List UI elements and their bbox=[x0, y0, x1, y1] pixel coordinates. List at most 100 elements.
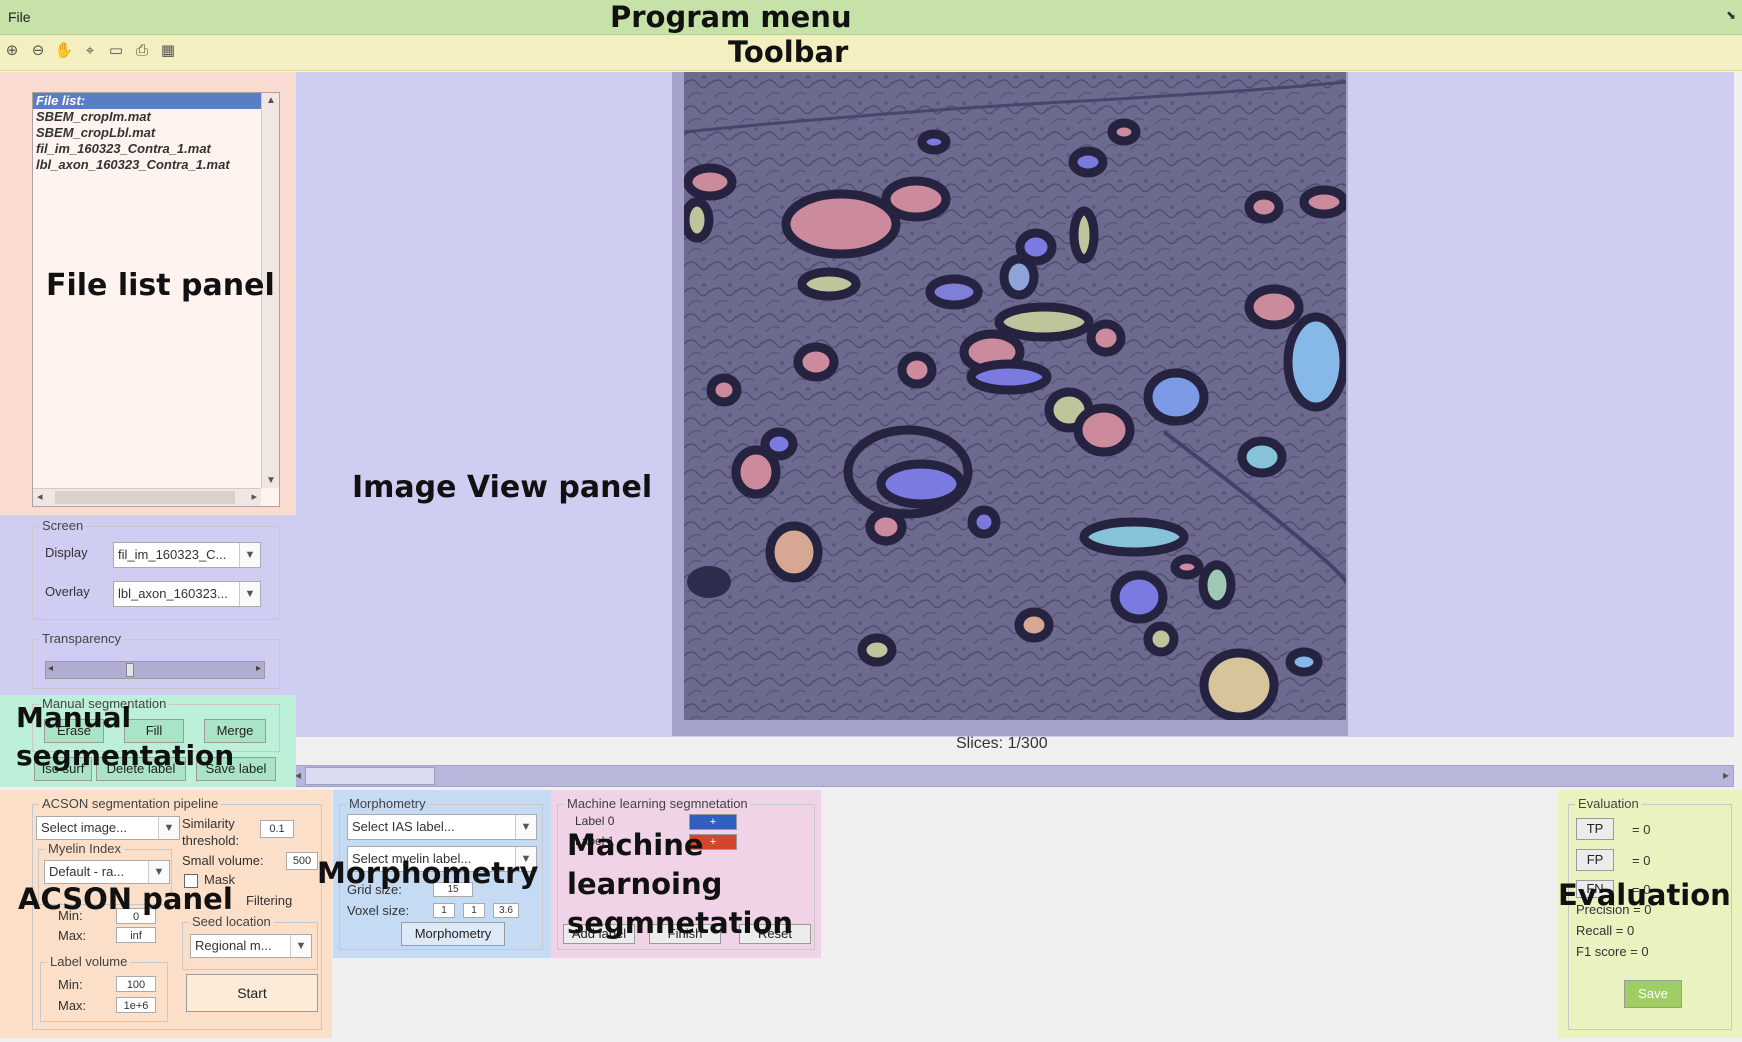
chevron-down-icon: ▼ bbox=[148, 861, 169, 883]
evaluation-heading: Evaluation bbox=[1558, 878, 1731, 912]
tp-value: = 0 bbox=[1632, 822, 1651, 837]
manual-heading-line1: Manual bbox=[16, 701, 132, 734]
menu-file[interactable]: File bbox=[8, 9, 31, 25]
acson-title: ACSON segmentation pipeline bbox=[39, 796, 222, 811]
small-volume-label: Small volume: bbox=[182, 853, 264, 868]
fp-value: = 0 bbox=[1632, 853, 1651, 868]
display-select[interactable]: fil_im_160323_C... ▼ bbox=[113, 542, 261, 568]
file-list-header[interactable]: File list: bbox=[33, 93, 279, 109]
file-list-hscroll[interactable]: ◂ ▸ bbox=[33, 488, 261, 506]
ml-heading: Machine learnoing segmnetation bbox=[567, 826, 793, 943]
label-volume-group: Label volume bbox=[40, 954, 168, 1022]
screen-settings: Screen Display fil_im_160323_C... ▼ Over… bbox=[0, 515, 296, 695]
hscroll-left-icon[interactable]: ◂ bbox=[37, 490, 43, 503]
lv-min-label: Min: bbox=[58, 977, 83, 992]
scroll-down-icon[interactable]: ▼ bbox=[266, 475, 276, 486]
file-list-item[interactable]: SBEM_cropIm.mat bbox=[33, 109, 279, 125]
hscroll-right-icon[interactable]: ▸ bbox=[251, 490, 257, 503]
small-volume-input[interactable]: 500 bbox=[286, 852, 318, 870]
overlay-value: lbl_axon_160323... bbox=[118, 586, 228, 601]
transparency-thumb[interactable] bbox=[125, 663, 134, 677]
screen-group: Screen Display fil_im_160323_C... ▼ Over… bbox=[32, 518, 280, 620]
myelin-value: Default - ra... bbox=[49, 864, 125, 879]
max-label: Max: bbox=[58, 928, 87, 943]
display-value: fil_im_160323_C... bbox=[118, 547, 227, 562]
transparency-slider[interactable]: ◂ ▸ bbox=[45, 661, 265, 679]
file-list-panel: File list: SBEM_cropIm.mat SBEM_cropLbl.m… bbox=[0, 72, 296, 515]
morphometry-panel: Morphometry Select IAS label... ▼ Select… bbox=[317, 790, 551, 958]
file-list-item[interactable]: fil_im_160323_Contra_1.mat bbox=[33, 141, 279, 157]
scroll-up-icon[interactable]: ▲ bbox=[266, 95, 276, 106]
ml-heading-line3: segmnetation bbox=[567, 906, 794, 940]
colorbar-icon[interactable]: ▭ bbox=[106, 41, 126, 61]
lv-max-label: Max: bbox=[58, 998, 87, 1013]
manual-heading: Manual segmentation bbox=[16, 699, 234, 775]
similarity-label: Similarity threshold: bbox=[182, 816, 240, 848]
image-view-heading: Image View panel bbox=[352, 470, 653, 505]
overlay-select[interactable]: lbl_axon_160323... ▼ bbox=[113, 581, 261, 607]
f1-text: F1 score = 0 bbox=[1576, 944, 1649, 959]
evaluation-save-button[interactable]: Save bbox=[1624, 980, 1682, 1008]
voxel-y-input[interactable]: 1 bbox=[463, 903, 485, 918]
image-view-panel: Image View panel Slices: 1/300 bbox=[296, 72, 1734, 752]
ml-panel: Machine learning segmnetation Label 0 + … bbox=[551, 790, 821, 958]
similarity-input[interactable]: 0.1 bbox=[260, 820, 294, 838]
file-list-heading: File list panel bbox=[46, 268, 275, 303]
max-input[interactable]: inf bbox=[116, 927, 156, 943]
tp-button[interactable]: TP bbox=[1576, 818, 1614, 840]
lv-min-input[interactable]: 100 bbox=[116, 976, 156, 992]
select-image-dropdown[interactable]: Select image... ▼ bbox=[36, 816, 180, 840]
toolbar: ⊕ ⊖ ✋ ⌖ ▭ ⎙ ▦ Toolbar bbox=[0, 35, 1742, 71]
file-list-item[interactable]: SBEM_cropLbl.mat bbox=[33, 125, 279, 141]
display-label: Display bbox=[45, 545, 88, 560]
voxel-size-label: Voxel size: bbox=[347, 903, 410, 918]
manual-heading-line2: segmentation bbox=[16, 739, 235, 772]
transparency-group: Transparency ◂ ▸ bbox=[32, 631, 280, 689]
print-icon[interactable]: ⎙ bbox=[132, 41, 152, 61]
file-list-item[interactable]: lbl_axon_160323_Contra_1.mat bbox=[33, 157, 279, 173]
start-button[interactable]: Start bbox=[186, 974, 318, 1012]
acson-panel: ACSON segmentation pipeline Select image… bbox=[0, 790, 332, 1038]
voxel-x-input[interactable]: 1 bbox=[433, 903, 455, 918]
evaluation-panel: Evaluation TP = 0 FP = 0 FN = 0 Precisio… bbox=[1558, 790, 1742, 1038]
screen-title: Screen bbox=[39, 518, 87, 533]
select-ias-dropdown[interactable]: Select IAS label... ▼ bbox=[347, 814, 537, 840]
chevron-down-icon: ▼ bbox=[515, 815, 536, 839]
overlay-label: Overlay bbox=[45, 584, 90, 599]
microscopy-image[interactable] bbox=[684, 72, 1346, 720]
select-ias-value: Select IAS label... bbox=[352, 819, 455, 834]
acson-heading: ACSON panel bbox=[18, 882, 233, 916]
zoom-in-icon[interactable]: ⊕ bbox=[2, 41, 22, 61]
filtering-label: Filtering bbox=[246, 893, 293, 908]
layout-icon[interactable]: ▦ bbox=[158, 41, 178, 61]
toolbar-heading: Toolbar bbox=[728, 35, 849, 69]
dock-arrow-icon[interactable]: ⬊ bbox=[1726, 8, 1736, 22]
slice-scroll-thumb[interactable] bbox=[305, 767, 435, 785]
morphometry-heading: Morphometry bbox=[317, 856, 539, 890]
program-menu-heading: Program menu bbox=[610, 0, 852, 34]
slider-right-icon[interactable]: ▸ bbox=[256, 663, 261, 674]
chevron-down-icon: ▼ bbox=[239, 543, 260, 567]
slider-left-icon[interactable]: ◂ bbox=[48, 663, 53, 674]
data-cursor-icon[interactable]: ⌖ bbox=[80, 41, 100, 61]
seed-title: Seed location bbox=[189, 914, 274, 929]
fp-button[interactable]: FP bbox=[1576, 849, 1614, 871]
file-items: SBEM_cropIm.mat SBEM_cropLbl.mat fil_im_16… bbox=[33, 109, 279, 173]
pan-hand-icon[interactable]: ✋ bbox=[54, 41, 74, 61]
transparency-title: Transparency bbox=[39, 631, 124, 646]
zoom-out-icon[interactable]: ⊖ bbox=[28, 41, 48, 61]
seed-value: Regional m... bbox=[195, 938, 272, 953]
chevron-down-icon: ▼ bbox=[239, 582, 260, 606]
myelin-dropdown[interactable]: Default - ra... ▼ bbox=[44, 860, 170, 884]
seed-dropdown[interactable]: Regional m... ▼ bbox=[190, 934, 312, 958]
voxel-z-input[interactable]: 3.6 bbox=[493, 903, 519, 918]
label-volume-title: Label volume bbox=[47, 954, 131, 969]
evaluation-title: Evaluation bbox=[1575, 796, 1642, 811]
lv-max-input[interactable]: 1e+6 bbox=[116, 997, 156, 1013]
hscroll-thumb[interactable] bbox=[55, 491, 235, 504]
myelin-title: Myelin Index bbox=[45, 841, 124, 856]
scroll-right-icon[interactable]: ▸ bbox=[1723, 768, 1729, 782]
chevron-down-icon: ▼ bbox=[158, 817, 179, 839]
morphometry-button[interactable]: Morphometry bbox=[401, 922, 505, 946]
slice-scrollbar[interactable]: ◂ ▸ bbox=[292, 765, 1734, 787]
